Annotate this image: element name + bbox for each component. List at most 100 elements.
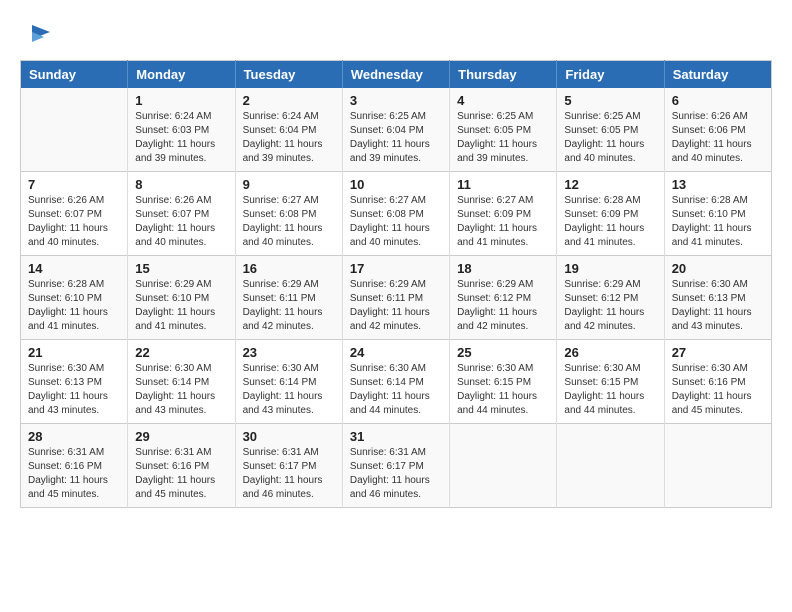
page-header	[20, 20, 772, 50]
day-info: Sunrise: 6:25 AM Sunset: 6:05 PM Dayligh…	[564, 110, 656, 166]
day-number: 27	[672, 345, 764, 360]
calendar-cell	[21, 88, 128, 172]
day-info: Sunrise: 6:29 AM Sunset: 6:10 PM Dayligh…	[135, 278, 227, 334]
day-number: 26	[564, 345, 656, 360]
calendar-header: SundayMondayTuesdayWednesdayThursdayFrid…	[21, 61, 772, 89]
calendar-week-0: 1Sunrise: 6:24 AM Sunset: 6:03 PM Daylig…	[21, 88, 772, 172]
day-number: 20	[672, 261, 764, 276]
calendar-cell	[664, 424, 771, 508]
calendar-cell: 3Sunrise: 6:25 AM Sunset: 6:04 PM Daylig…	[342, 88, 449, 172]
day-number: 15	[135, 261, 227, 276]
day-number: 8	[135, 177, 227, 192]
day-info: Sunrise: 6:28 AM Sunset: 6:10 PM Dayligh…	[28, 278, 120, 334]
day-info: Sunrise: 6:25 AM Sunset: 6:05 PM Dayligh…	[457, 110, 549, 166]
calendar-cell: 21 Sunrise: 6:30 AM Sunset: 6:13 PM Dayli…	[21, 340, 128, 424]
calendar-cell	[450, 424, 557, 508]
calendar-cell: 1Sunrise: 6:24 AM Sunset: 6:03 PM Daylig…	[128, 88, 235, 172]
calendar-cell: 2 Sunrise: 6:24 AM Sunset: 6:04 PM Daylig…	[235, 88, 342, 172]
calendar-cell: 23Sunrise: 6:30 AM Sunset: 6:14 PM Dayli…	[235, 340, 342, 424]
day-info: Sunrise: 6:29 AM Sunset: 6:11 PM Dayligh…	[350, 278, 442, 334]
calendar-week-3: 21 Sunrise: 6:30 AM Sunset: 6:13 PM Dayli…	[21, 340, 772, 424]
calendar-week-2: 14 Sunrise: 6:28 AM Sunset: 6:10 PM Dayli…	[21, 256, 772, 340]
day-number: 5	[564, 93, 656, 108]
calendar-table: SundayMondayTuesdayWednesdayThursdayFrid…	[20, 60, 772, 508]
day-info: Sunrise: 6:27 AM Sunset: 6:08 PM Dayligh…	[243, 194, 335, 250]
calendar-cell: 10 Sunrise: 6:27 AM Sunset: 6:08 PM Dayli…	[342, 172, 449, 256]
weekday-row: SundayMondayTuesdayWednesdayThursdayFrid…	[21, 61, 772, 89]
logo	[20, 20, 52, 50]
weekday-header-monday: Monday	[128, 61, 235, 89]
day-info: Sunrise: 6:26 AM Sunset: 6:07 PM Dayligh…	[28, 194, 120, 250]
calendar-cell: 20 Sunrise: 6:30 AM Sunset: 6:13 PM Dayli…	[664, 256, 771, 340]
calendar-week-4: 28 Sunrise: 6:31 AM Sunset: 6:16 PM Dayli…	[21, 424, 772, 508]
day-number: 17	[350, 261, 442, 276]
day-number: 2	[243, 93, 335, 108]
calendar-cell: 19 Sunrise: 6:29 AM Sunset: 6:12 PM Dayli…	[557, 256, 664, 340]
day-number: 23	[243, 345, 335, 360]
calendar-cell: 4Sunrise: 6:25 AM Sunset: 6:05 PM Daylig…	[450, 88, 557, 172]
day-number: 24	[350, 345, 442, 360]
day-number: 10	[350, 177, 442, 192]
day-number: 3	[350, 93, 442, 108]
calendar-cell: 15 Sunrise: 6:29 AM Sunset: 6:10 PM Dayli…	[128, 256, 235, 340]
day-info: Sunrise: 6:29 AM Sunset: 6:11 PM Dayligh…	[243, 278, 335, 334]
day-number: 25	[457, 345, 549, 360]
day-info: Sunrise: 6:29 AM Sunset: 6:12 PM Dayligh…	[457, 278, 549, 334]
calendar-cell: 22Sunrise: 6:30 AM Sunset: 6:14 PM Dayli…	[128, 340, 235, 424]
day-number: 18	[457, 261, 549, 276]
day-number: 11	[457, 177, 549, 192]
calendar-cell: 8 Sunrise: 6:26 AM Sunset: 6:07 PM Daylig…	[128, 172, 235, 256]
weekday-header-saturday: Saturday	[664, 61, 771, 89]
day-info: Sunrise: 6:30 AM Sunset: 6:13 PM Dayligh…	[672, 278, 764, 334]
day-number: 7	[28, 177, 120, 192]
day-info: Sunrise: 6:26 AM Sunset: 6:06 PM Dayligh…	[672, 110, 764, 166]
day-number: 22	[135, 345, 227, 360]
calendar-cell: 9 Sunrise: 6:27 AM Sunset: 6:08 PM Daylig…	[235, 172, 342, 256]
calendar-cell: 30Sunrise: 6:31 AM Sunset: 6:17 PM Dayli…	[235, 424, 342, 508]
day-info: Sunrise: 6:30 AM Sunset: 6:15 PM Dayligh…	[457, 362, 549, 418]
weekday-header-sunday: Sunday	[21, 61, 128, 89]
logo-icon	[22, 20, 52, 50]
day-number: 21	[28, 345, 120, 360]
calendar-cell: 31 Sunrise: 6:31 AM Sunset: 6:17 PM Dayli…	[342, 424, 449, 508]
day-info: Sunrise: 6:31 AM Sunset: 6:16 PM Dayligh…	[28, 446, 120, 502]
calendar-cell: 11 Sunrise: 6:27 AM Sunset: 6:09 PM Dayli…	[450, 172, 557, 256]
calendar-cell: 27 Sunrise: 6:30 AM Sunset: 6:16 PM Dayli…	[664, 340, 771, 424]
day-number: 19	[564, 261, 656, 276]
calendar-week-1: 7 Sunrise: 6:26 AM Sunset: 6:07 PM Daylig…	[21, 172, 772, 256]
day-info: Sunrise: 6:27 AM Sunset: 6:08 PM Dayligh…	[350, 194, 442, 250]
day-number: 14	[28, 261, 120, 276]
day-number: 29	[135, 429, 227, 444]
day-info: Sunrise: 6:30 AM Sunset: 6:16 PM Dayligh…	[672, 362, 764, 418]
day-info: Sunrise: 6:28 AM Sunset: 6:10 PM Dayligh…	[672, 194, 764, 250]
day-info: Sunrise: 6:31 AM Sunset: 6:17 PM Dayligh…	[350, 446, 442, 502]
weekday-header-wednesday: Wednesday	[342, 61, 449, 89]
weekday-header-tuesday: Tuesday	[235, 61, 342, 89]
calendar-cell: 16 Sunrise: 6:29 AM Sunset: 6:11 PM Dayli…	[235, 256, 342, 340]
calendar-cell: 29 Sunrise: 6:31 AM Sunset: 6:16 PM Dayli…	[128, 424, 235, 508]
day-number: 31	[350, 429, 442, 444]
day-info: Sunrise: 6:27 AM Sunset: 6:09 PM Dayligh…	[457, 194, 549, 250]
day-info: Sunrise: 6:30 AM Sunset: 6:15 PM Dayligh…	[564, 362, 656, 418]
day-info: Sunrise: 6:24 AM Sunset: 6:04 PM Dayligh…	[243, 110, 335, 166]
calendar-cell	[557, 424, 664, 508]
day-info: Sunrise: 6:26 AM Sunset: 6:07 PM Dayligh…	[135, 194, 227, 250]
day-number: 6	[672, 93, 764, 108]
day-number: 12	[564, 177, 656, 192]
day-info: Sunrise: 6:29 AM Sunset: 6:12 PM Dayligh…	[564, 278, 656, 334]
calendar-cell: 6 Sunrise: 6:26 AM Sunset: 6:06 PM Daylig…	[664, 88, 771, 172]
day-number: 16	[243, 261, 335, 276]
weekday-header-friday: Friday	[557, 61, 664, 89]
calendar-cell: 18 Sunrise: 6:29 AM Sunset: 6:12 PM Dayli…	[450, 256, 557, 340]
day-info: Sunrise: 6:31 AM Sunset: 6:16 PM Dayligh…	[135, 446, 227, 502]
calendar-cell: 25 Sunrise: 6:30 AM Sunset: 6:15 PM Dayli…	[450, 340, 557, 424]
calendar-cell: 28 Sunrise: 6:31 AM Sunset: 6:16 PM Dayli…	[21, 424, 128, 508]
day-info: Sunrise: 6:30 AM Sunset: 6:13 PM Dayligh…	[28, 362, 120, 418]
calendar-cell: 13Sunrise: 6:28 AM Sunset: 6:10 PM Dayli…	[664, 172, 771, 256]
calendar-cell: 24Sunrise: 6:30 AM Sunset: 6:14 PM Dayli…	[342, 340, 449, 424]
day-number: 9	[243, 177, 335, 192]
calendar-cell: 12Sunrise: 6:28 AM Sunset: 6:09 PM Dayli…	[557, 172, 664, 256]
calendar-body: 1Sunrise: 6:24 AM Sunset: 6:03 PM Daylig…	[21, 88, 772, 508]
day-number: 28	[28, 429, 120, 444]
day-info: Sunrise: 6:24 AM Sunset: 6:03 PM Dayligh…	[135, 110, 227, 166]
